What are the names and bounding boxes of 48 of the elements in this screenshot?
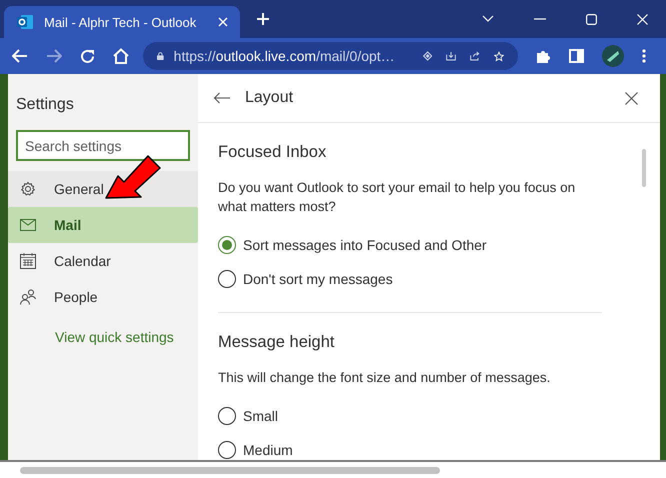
radio-button[interactable]: [218, 441, 236, 459]
download-icon[interactable]: [446, 49, 456, 63]
radio-button[interactable]: [218, 236, 236, 254]
calendar-icon: [20, 253, 36, 269]
radio-option[interactable]: Sort messages into Focused and Other: [218, 228, 602, 262]
radio-button[interactable]: [218, 407, 236, 425]
tab-title: Mail - Alphr Tech - Outlook: [44, 14, 198, 30]
address-bar[interactable]: https://outlook.live.com/mail/0/opt…: [143, 42, 518, 70]
back-arrow-icon[interactable]: [213, 92, 231, 104]
nav-item[interactable]: People: [8, 279, 198, 315]
menu-icon[interactable]: [642, 49, 646, 63]
nav-item[interactable]: Mail: [8, 207, 198, 243]
sidebar-icon[interactable]: [569, 49, 584, 63]
quick-settings-link[interactable]: View quick settings: [8, 329, 198, 345]
section-heading: Message height: [218, 333, 336, 352]
nav-item[interactable]: Calendar: [8, 243, 198, 279]
section-description: This will change the font size and number of messages.: [218, 369, 552, 387]
settings-title: Settings: [15, 96, 75, 114]
minimize-icon[interactable]: [534, 18, 546, 20]
star-icon[interactable]: [494, 48, 504, 64]
search-field[interactable]: Search settings: [16, 130, 190, 161]
close-tab-icon[interactable]: [218, 17, 228, 27]
radio-option[interactable]: Small: [218, 399, 602, 433]
gear-icon: [20, 181, 36, 197]
section-description: Do you want Outlook to sort your email to help you focus on what matters most?: [218, 179, 576, 216]
forward-arrow-icon[interactable]: [46, 49, 62, 63]
diamond-icon[interactable]: [422, 49, 432, 63]
radio-button[interactable]: [218, 270, 236, 288]
panel-title: Layout: [245, 89, 294, 107]
new-tab-icon[interactable]: [256, 12, 270, 26]
browser-tab[interactable]: Mail - Alphr Tech - Outlook: [4, 6, 240, 38]
maximize-icon[interactable]: [586, 14, 597, 24]
puzzle-icon[interactable]: [536, 48, 551, 64]
envelope-icon: [20, 219, 36, 231]
close-icon[interactable]: [625, 92, 638, 104]
annotation-arrow-icon: [104, 154, 162, 200]
section-heading: Focused Inbox: [218, 143, 328, 162]
reload-icon[interactable]: [80, 48, 95, 64]
radio-option[interactable]: Medium: [218, 433, 602, 460]
scrollbar[interactable]: [0, 460, 666, 478]
share-icon[interactable]: [470, 49, 480, 63]
outlook-logo-icon: [16, 13, 34, 31]
radio-option[interactable]: Don't sort my messages: [218, 262, 602, 296]
avatar-icon[interactable]: [602, 45, 624, 67]
home-icon[interactable]: [113, 48, 129, 64]
lock-icon: [157, 50, 164, 62]
people-icon: [20, 289, 36, 305]
chevron-down-icon[interactable]: [482, 15, 494, 23]
